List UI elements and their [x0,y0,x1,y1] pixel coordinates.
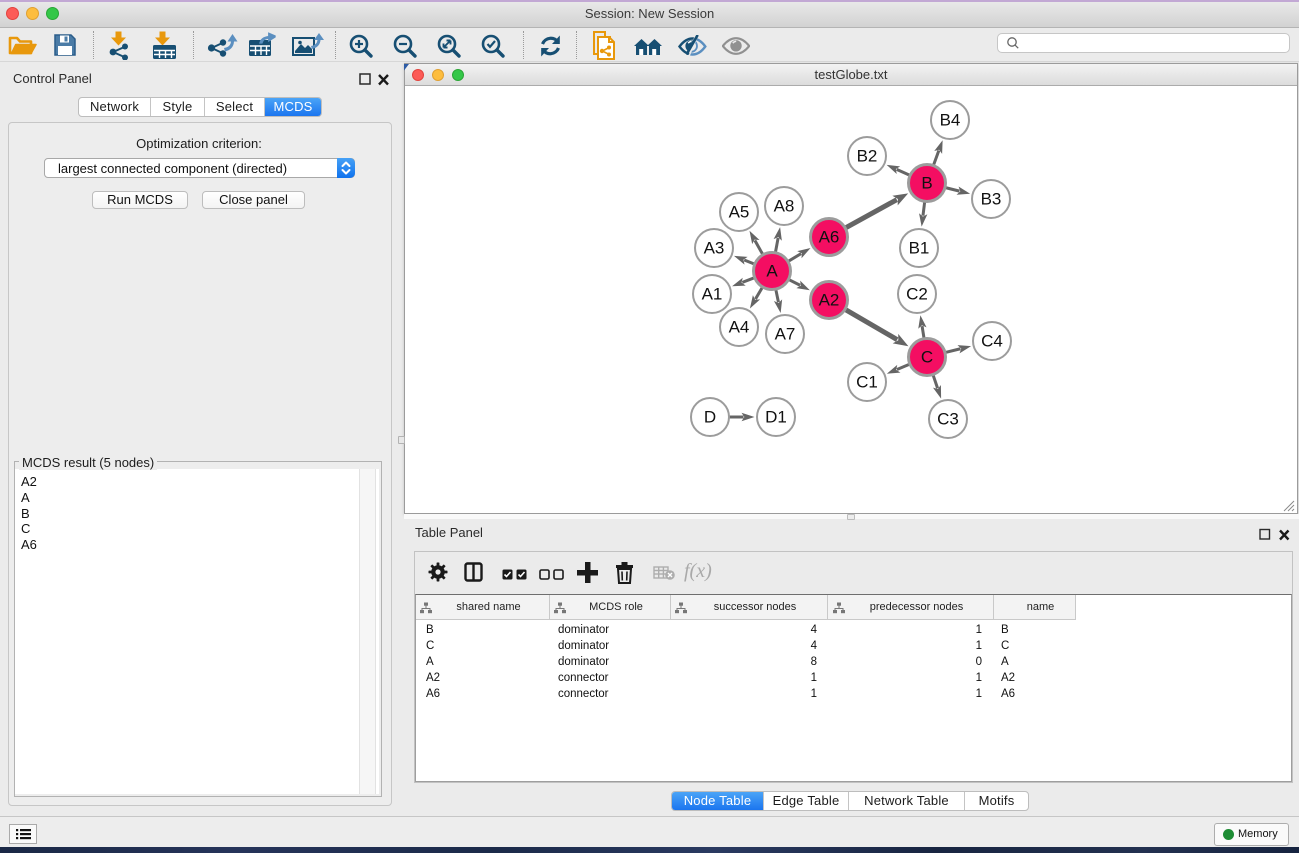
svg-text:C1: C1 [856,373,878,392]
svg-text:C3: C3 [937,410,959,429]
svg-text:B3: B3 [981,190,1002,209]
svg-text:A: A [766,262,778,281]
svg-text:A6: A6 [819,228,840,247]
svg-text:A8: A8 [774,197,795,216]
svg-text:B1: B1 [909,239,930,258]
svg-text:A4: A4 [729,318,750,337]
svg-text:A2: A2 [819,291,840,310]
svg-text:C: C [921,348,933,367]
svg-text:B2: B2 [857,147,878,166]
svg-text:A1: A1 [702,285,723,304]
svg-text:B4: B4 [940,111,961,130]
svg-text:C4: C4 [981,332,1003,351]
svg-text:A5: A5 [729,203,750,222]
svg-text:D1: D1 [765,408,787,427]
svg-text:A3: A3 [704,239,725,258]
svg-text:C2: C2 [906,285,928,304]
svg-text:B: B [921,174,932,193]
svg-text:A7: A7 [775,325,796,344]
svg-text:D: D [704,408,716,427]
